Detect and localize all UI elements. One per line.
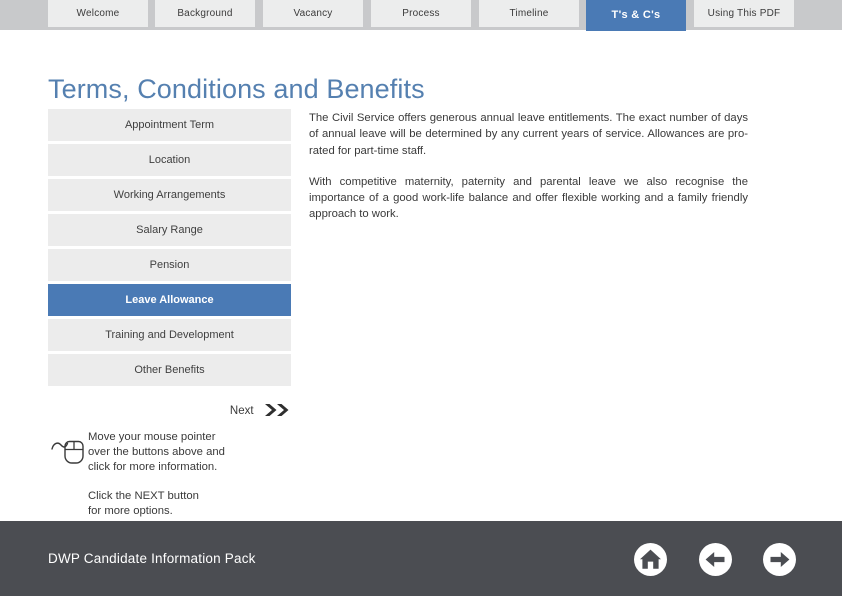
footer-title: DWP Candidate Information Pack [48,551,256,566]
arrow-left-icon[interactable] [698,543,732,576]
content-paragraph: With competitive maternity, paternity an… [309,175,748,221]
arrow-right-icon[interactable] [763,543,796,576]
home-icon[interactable] [634,543,668,576]
nav-button-pension[interactable]: Pension [48,249,291,281]
tab-using-this-pdf[interactable]: Using This PDF [694,0,794,27]
nav-button-other-benefits[interactable]: Other Benefits [48,354,291,386]
tab-t-s-c-s[interactable]: T's & C's [586,0,686,31]
nav-button-leave-allowance[interactable]: Leave Allowance [48,284,291,316]
double-chevron-right-icon[interactable] [265,403,291,421]
page-title: Terms, Conditions and Benefits [48,74,425,104]
nav-button-salary-range[interactable]: Salary Range [48,214,291,246]
nav-button-working-arrangements[interactable]: Working Arrangements [48,179,291,211]
tab-vacancy[interactable]: Vacancy [263,0,363,27]
tab-welcome[interactable]: Welcome [48,0,148,27]
next-control[interactable]: Next [48,402,291,420]
tab-bar: Welcome Background Vacancy Process Timeline T… [0,0,842,31]
hint-paragraph: Move your mouse pointer over the buttons… [88,431,225,473]
nav-button-training-and-development[interactable]: Training and Development [48,319,291,351]
tab-process[interactable]: Process [371,0,471,27]
computer-mouse-icon [50,432,90,468]
tab-background[interactable]: Background [155,0,255,27]
nav-button-location[interactable]: Location [48,144,291,176]
footer-bar: DWP Candidate Information Pack [0,521,842,596]
content-paragraph: The Civil Service offers generous annual… [309,112,748,157]
nav-button-appointment-term[interactable]: Appointment Term [48,109,291,141]
footer-nav-buttons [634,543,796,581]
section-button-list: Appointment Term Location Working Arrangem… [48,109,291,389]
mouse-hint-texts: Move your mouse pointer over the buttons… [88,430,298,519]
content-body: The Civil Service offers generous annual… [309,110,748,223]
tab-timeline[interactable]: Timeline [479,0,579,27]
hint-paragraph: Click the NEXT button for more options. [88,490,199,517]
next-label: Next [229,405,254,417]
